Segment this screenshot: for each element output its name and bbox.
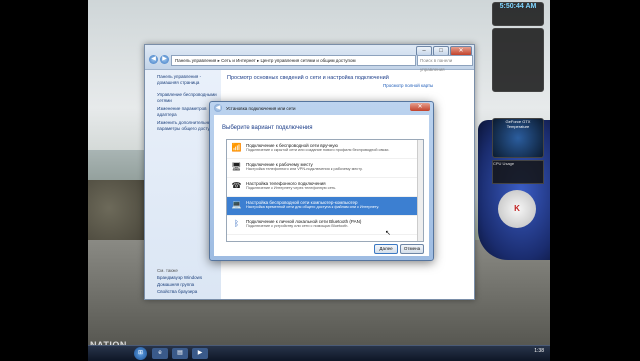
option-wireless-manual[interactable]: 📶 Подключение к беспроводной сети вручну…	[227, 140, 423, 159]
system-monitor-gadget	[492, 28, 544, 92]
dialup-icon: ☎	[231, 181, 242, 190]
page-title: Просмотр основных сведений о сети и наст…	[227, 75, 389, 81]
taskbar: ⊞ e ▤ ▶ 1:38	[88, 345, 550, 361]
full-map-link[interactable]: Просмотр полной карты	[383, 83, 433, 88]
firewall-link[interactable]: Брандмауэр Windows	[157, 274, 202, 281]
taskbar-media-icon[interactable]: ▶	[192, 348, 208, 359]
adhoc-icon: 💻	[231, 200, 242, 209]
clock-time: 5:50:44 AM	[499, 3, 537, 10]
bluetooth-icon: ᛒ	[234, 219, 239, 228]
workplace-icon: 🖥	[231, 162, 242, 171]
option-title: Подключение к беспроводной сети вручную	[246, 143, 338, 148]
option-dialup[interactable]: ☎ Настройка телефонного подключения Подк…	[227, 178, 423, 197]
wireless-icon: 📶	[231, 143, 242, 152]
control-panel-home-link[interactable]: Панель управления - домашняя страница	[157, 74, 219, 86]
search-input[interactable]: Поиск в панели управления	[417, 55, 473, 72]
option-desc: Настройка временной сети для общего дост…	[246, 205, 380, 209]
address-bar[interactable]: Панель управления ▸ Сеть и Интернет ▸ Це…	[171, 55, 416, 66]
options-scrollbar[interactable]	[417, 140, 423, 241]
explorer-toolbar: – □ ✕ ◀ ▶ Панель управления ▸ Сеть и Инт…	[145, 45, 474, 72]
option-title: Настройка телефонного подключения	[246, 181, 326, 186]
dialog-close-button[interactable]: ✕	[410, 103, 430, 111]
clock-gadget: 5:50:44 AM	[492, 2, 544, 26]
navigation-ball-icon[interactable]: K	[498, 190, 536, 228]
setup-connection-dialog: ◀ Установка подключения или сети ✕ Выбер…	[209, 101, 434, 261]
option-desc: Подключение к скрытой сети или создание …	[246, 148, 390, 152]
browser-properties-link[interactable]: Свойства браузера	[157, 288, 202, 295]
see-also-label: См. также	[157, 268, 178, 273]
option-desc: Настройка телефонного или VPN-подключени…	[246, 167, 363, 171]
cpu-label: CPU Usage	[493, 161, 515, 166]
option-title: Подключение к личной локальной сети Blue…	[246, 219, 362, 224]
taskbar-ie-icon[interactable]: e	[152, 348, 168, 359]
dialog-body: Выберите вариант подключения 📶 Подключен…	[214, 115, 429, 256]
option-title: Подключение к рабочему месту	[246, 162, 313, 167]
dialog-back-icon[interactable]: ◀	[214, 104, 222, 112]
option-desc: Подключение к устройству или сети с помо…	[246, 224, 349, 228]
tray-clock[interactable]: 1:38	[534, 348, 544, 354]
connection-options-list: 📶 Подключение к беспроводной сети вручну…	[226, 139, 424, 242]
cancel-button[interactable]: Отмена	[400, 244, 424, 254]
option-title: Настройка беспроводной сети компьютер-ко…	[246, 200, 358, 205]
gpu-temp-label: Temperature	[506, 124, 530, 129]
gpu-gauge-gadget: GeForce GTX Temperature	[492, 118, 544, 158]
start-button[interactable]: ⊞	[134, 347, 147, 360]
option-desc: Подключение к Интернету через телефонную…	[246, 186, 337, 190]
next-button[interactable]: Далее	[374, 244, 398, 254]
option-adhoc[interactable]: 💻 Настройка беспроводной сети компьютер-…	[227, 197, 423, 216]
option-bluetooth[interactable]: ᛒ Подключение к личной локальной сети Bl…	[227, 216, 423, 235]
see-also-section: См. также Брандмауэр Windows Домашняя гр…	[157, 267, 202, 295]
dialog-title: Установка подключения или сети	[226, 106, 296, 111]
cpu-meter-gadget: CPU Usage	[492, 160, 544, 184]
taskbar-explorer-icon[interactable]: ▤	[172, 348, 188, 359]
back-arrow-icon[interactable]: ◀	[149, 55, 158, 64]
dialog-heading: Выберите вариант подключения	[222, 125, 313, 131]
forward-arrow-icon[interactable]: ▶	[160, 55, 169, 64]
option-workplace[interactable]: 🖥 Подключение к рабочему месту Настройка…	[227, 159, 423, 178]
mouse-cursor-icon: ↖	[385, 230, 391, 237]
homegroup-link[interactable]: Домашняя группа	[157, 281, 202, 288]
nav-buttons: ◀ ▶	[149, 55, 169, 64]
